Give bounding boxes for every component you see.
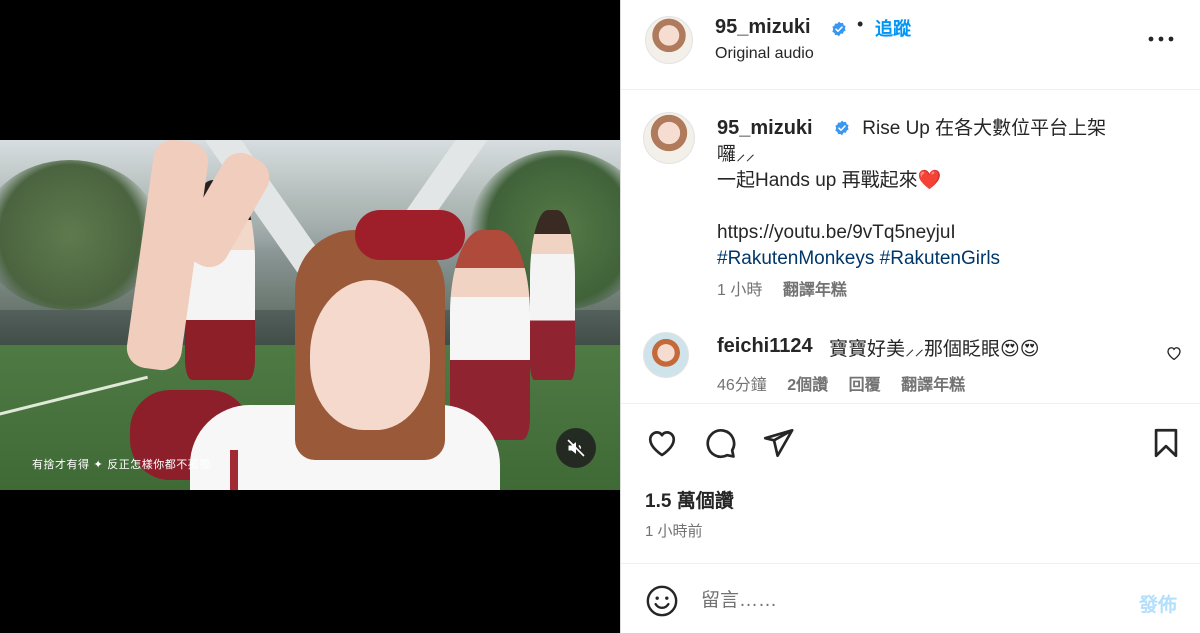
comment-time[interactable]: 46分鐘 (717, 377, 767, 394)
avatar[interactable] (645, 16, 693, 64)
emoji-smiley-icon[interactable] (645, 584, 679, 618)
verified-badge-icon (832, 21, 846, 37)
caption-time[interactable]: 1 小時 (717, 282, 762, 299)
hashtag-link[interactable]: #RakutenGirls (880, 248, 1000, 269)
media-pane: 有捨才有得 ✦ 反正怎樣你都不孤獨 (0, 0, 620, 633)
comment-input[interactable] (701, 582, 1121, 620)
caption-link[interactable]: https://youtu.be/9vTq5neyjuI (717, 222, 956, 243)
caption-username[interactable]: 95_mizuki (717, 117, 813, 140)
caption-meta: 1 小時 翻譯年糕 (717, 276, 847, 300)
post-header: 95_mizuki • 追蹤 Original audio (621, 0, 1200, 90)
comment-meta: 46分鐘 2個讚 回覆 翻譯年糕 (717, 371, 965, 395)
more-horizontal-icon[interactable] (1146, 26, 1176, 52)
dancer-face (310, 280, 430, 430)
like-heart-icon[interactable] (645, 426, 679, 460)
comment-bubble-icon[interactable] (703, 426, 737, 460)
separator-dot: • (857, 14, 864, 34)
comment-body: 寶寶好美⸝⸝那個眨眼😍😍 (829, 339, 1040, 360)
video-subtitle: 有捨才有得 ✦ 反正怎樣你都不孤獨 (32, 458, 211, 471)
author-username[interactable]: 95_mizuki (715, 16, 811, 39)
speaker-muted-icon (567, 439, 585, 457)
action-bar: 1.5 萬個讚 1 小時前 (621, 403, 1200, 563)
comment-username[interactable]: feichi1124 (717, 335, 813, 358)
save-bookmark-icon[interactable] (1149, 426, 1183, 460)
avatar[interactable] (643, 332, 689, 378)
share-paper-plane-icon[interactable] (761, 426, 795, 460)
post-detail-panel: 95_mizuki • 追蹤 Original audio Rise Up 在各… (620, 0, 1200, 633)
likes-count[interactable]: 1.5 萬個讚 (645, 486, 734, 513)
avatar[interactable] (643, 112, 695, 164)
comment-composer: 發佈 (621, 563, 1200, 633)
translate-button[interactable]: 翻譯年糕 (783, 282, 847, 299)
reply-button[interactable]: 回覆 (849, 377, 881, 394)
post-comment-button[interactable]: 發佈 (1139, 590, 1177, 617)
follow-button[interactable]: 追蹤 (875, 15, 911, 41)
translate-button[interactable]: 翻譯年糕 (901, 377, 965, 394)
post-timestamp[interactable]: 1 小時前 (645, 520, 703, 541)
original-audio-link[interactable]: Original audio (715, 45, 814, 63)
comment-likes[interactable]: 2個讚 (787, 377, 828, 394)
dancer-shirt-stripe (230, 450, 238, 490)
comment-like-heart-icon[interactable] (1165, 344, 1183, 362)
video-player[interactable]: 有捨才有得 ✦ 反正怎樣你都不孤獨 (0, 140, 620, 490)
mute-button[interactable] (556, 428, 596, 468)
caption-line-2: 一起Hands up 再戰起來❤️ (717, 170, 942, 191)
verified-badge-icon (835, 120, 849, 136)
dancer-hair-bow (355, 210, 465, 260)
hashtag-link[interactable]: #RakutenMonkeys (717, 248, 874, 269)
background-dancer (530, 210, 575, 380)
